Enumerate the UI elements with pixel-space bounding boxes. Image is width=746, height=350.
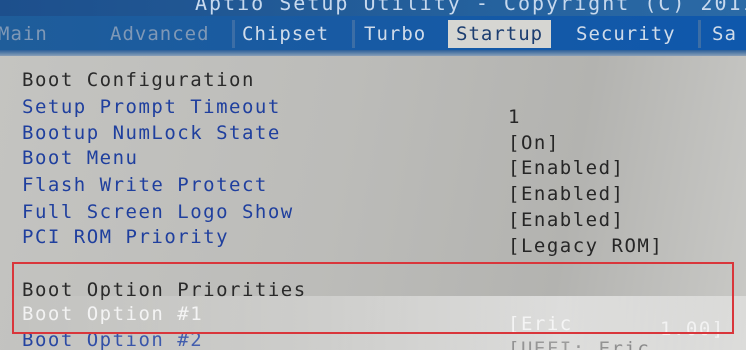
- tab-bar: Main Advanced Chipset Turbo Startup Secu…: [0, 16, 746, 50]
- setting-setup-prompt-timeout[interactable]: Setup Prompt Timeout: [22, 96, 281, 118]
- bios-setup-screen: Aptio Setup Utility - Copyright (C) 2011…: [0, 0, 746, 350]
- tab-separator: [352, 20, 355, 48]
- setting-flash-write-protect[interactable]: Flash Write Protect: [22, 174, 268, 196]
- value-setup-prompt-timeout[interactable]: 1: [508, 106, 521, 128]
- title-bar: Aptio Setup Utility - Copyright (C) 2011: [0, 0, 746, 16]
- tab-main[interactable]: Main: [0, 20, 48, 48]
- tab-startup[interactable]: Startup: [448, 20, 552, 48]
- highlight-box: [12, 262, 734, 334]
- value-full-screen-logo-show[interactable]: [Enabled]: [508, 209, 624, 231]
- section-boot-configuration: Boot Configuration: [22, 69, 255, 91]
- setting-full-screen-logo-show[interactable]: Full Screen Logo Show: [22, 201, 294, 223]
- header-divider: [0, 50, 746, 56]
- app-title: Aptio Setup Utility - Copyright (C) 2011: [195, 0, 746, 15]
- setting-boot-menu[interactable]: Boot Menu: [22, 147, 138, 169]
- setting-pci-rom-priority[interactable]: PCI ROM Priority: [22, 226, 229, 248]
- setting-bootup-numlock-state[interactable]: Bootup NumLock State: [22, 122, 281, 144]
- tab-advanced[interactable]: Advanced: [110, 20, 210, 48]
- tab-security[interactable]: Security: [576, 20, 676, 48]
- tab-turbo[interactable]: Turbo: [364, 20, 426, 48]
- tab-separator: [698, 20, 701, 48]
- tab-chipset[interactable]: Chipset: [242, 20, 329, 48]
- value-flash-write-protect[interactable]: [Enabled]: [508, 183, 624, 205]
- tab-separator: [232, 20, 235, 48]
- value-pci-rom-priority[interactable]: [Legacy ROM]: [508, 235, 663, 257]
- value-boot-option-2[interactable]: [UEFI: Eric: [508, 338, 650, 350]
- value-boot-menu[interactable]: [Enabled]: [508, 157, 624, 179]
- value-bootup-numlock-state[interactable]: [On]: [508, 132, 560, 154]
- tab-save[interactable]: Sa: [712, 20, 737, 48]
